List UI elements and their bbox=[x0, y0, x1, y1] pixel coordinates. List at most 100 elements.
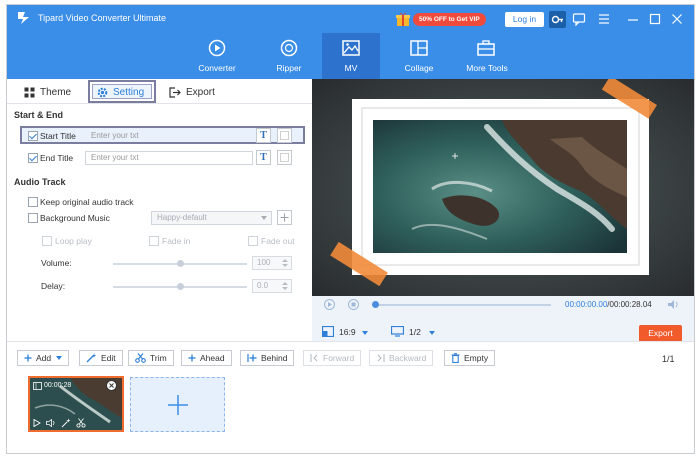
nav-more-tools[interactable]: More Tools bbox=[457, 33, 517, 79]
behind-button[interactable]: Behind bbox=[240, 350, 295, 366]
play-icon[interactable] bbox=[33, 419, 41, 427]
trash-icon bbox=[451, 353, 460, 363]
nav-mv[interactable]: MV bbox=[322, 33, 380, 79]
play-button[interactable] bbox=[324, 299, 335, 310]
chevron-down-icon[interactable] bbox=[362, 331, 368, 335]
clip-remove-button[interactable] bbox=[106, 380, 117, 391]
vip-badge: 50% OFF to Get VIP bbox=[413, 12, 486, 26]
progress-handle[interactable] bbox=[372, 301, 379, 308]
clip-thumbnail[interactable]: 00:00:28 bbox=[28, 376, 124, 432]
progress-bar[interactable] bbox=[372, 301, 551, 308]
add-button[interactable]: Add bbox=[17, 350, 70, 366]
fade-in-label: Fade in bbox=[162, 236, 191, 246]
current-time: 00:00:00.00 bbox=[565, 300, 608, 309]
start-title-label: Start Title bbox=[40, 131, 76, 141]
main-nav: Converter Ripper MV Collage More Tools bbox=[7, 33, 694, 79]
volume-slider-handle[interactable] bbox=[177, 260, 184, 267]
minimize-icon[interactable] bbox=[626, 12, 640, 26]
magic-wand-icon[interactable] bbox=[61, 418, 71, 428]
gear-icon bbox=[97, 87, 108, 97]
maximize-icon[interactable] bbox=[648, 12, 662, 26]
background-music-row: Background Music Happy-default bbox=[7, 209, 312, 229]
start-title-grid-button[interactable] bbox=[277, 128, 292, 143]
grid-icon bbox=[280, 153, 289, 162]
music-select[interactable]: Happy-default bbox=[151, 211, 272, 225]
volume-icon[interactable] bbox=[667, 299, 679, 310]
end-title-grid-button[interactable] bbox=[277, 150, 292, 165]
export-button[interactable]: Export bbox=[639, 325, 682, 342]
chevron-down-icon[interactable] bbox=[429, 331, 435, 335]
page-selector-value[interactable]: 1/2 bbox=[409, 327, 421, 337]
disc-icon bbox=[280, 39, 298, 57]
volume-slider[interactable] bbox=[113, 260, 247, 267]
loop-play-checkbox[interactable] bbox=[42, 236, 52, 246]
edit-button[interactable]: Edit bbox=[79, 350, 123, 366]
background-music-checkbox[interactable] bbox=[28, 213, 38, 223]
nav-converter[interactable]: Converter bbox=[188, 33, 246, 79]
delay-slider[interactable] bbox=[113, 283, 247, 290]
delay-stepper[interactable]: 0.0 bbox=[252, 279, 292, 293]
nav-ripper[interactable]: Ripper bbox=[260, 33, 318, 79]
loop-play-label: Loop play bbox=[55, 236, 92, 246]
stop-icon bbox=[351, 302, 356, 307]
vip-promo[interactable]: 50% OFF to Get VIP bbox=[395, 11, 486, 27]
nav-collage[interactable]: Collage bbox=[390, 33, 448, 79]
volume-value: 100 bbox=[257, 258, 271, 267]
scissors-icon bbox=[135, 353, 146, 363]
close-icon[interactable] bbox=[670, 12, 684, 26]
stepper-up-icon[interactable] bbox=[282, 259, 288, 262]
fade-out-label: Fade out bbox=[261, 236, 295, 246]
add-music-button[interactable] bbox=[277, 210, 292, 225]
volume-row: Volume: 100 bbox=[7, 254, 312, 274]
keep-original-label: Keep original audio track bbox=[40, 197, 134, 207]
stepper-down-icon[interactable] bbox=[282, 264, 288, 267]
forward-button[interactable]: Forward bbox=[303, 350, 362, 366]
close-icon bbox=[109, 383, 114, 388]
image-icon bbox=[342, 40, 360, 56]
collage-icon bbox=[410, 40, 428, 56]
plus-icon bbox=[24, 354, 32, 362]
panel-tabs: Theme Setting Export bbox=[7, 79, 312, 104]
preview-stage[interactable] bbox=[312, 79, 694, 296]
end-title-input[interactable]: Enter your txt bbox=[85, 151, 253, 165]
tab-setting[interactable]: Setting bbox=[97, 83, 144, 101]
monitor-icon bbox=[391, 326, 404, 337]
feedback-icon[interactable] bbox=[572, 12, 586, 26]
add-clip-slot[interactable] bbox=[130, 377, 225, 432]
fade-out-checkbox[interactable] bbox=[248, 236, 258, 246]
nav-label: Collage bbox=[404, 63, 434, 73]
stop-button[interactable] bbox=[348, 299, 359, 310]
toolbox-icon bbox=[477, 40, 495, 56]
tab-export[interactable]: Export bbox=[169, 83, 215, 101]
backward-button[interactable]: Backward bbox=[369, 350, 434, 366]
end-title-text-style-button[interactable]: T bbox=[256, 150, 271, 165]
key-button[interactable] bbox=[549, 11, 566, 28]
volume-icon[interactable] bbox=[46, 419, 56, 427]
aspect-ratio-value[interactable]: 16:9 bbox=[339, 327, 356, 337]
preview-panel: 00:00:00.00/00:00:28.04 16:9 1/2 Export bbox=[312, 79, 694, 342]
audio-options-row: Loop play Fade in Fade out bbox=[7, 232, 312, 252]
delay-slider-handle[interactable] bbox=[177, 283, 184, 290]
volume-stepper[interactable]: 100 bbox=[252, 256, 292, 270]
keep-original-checkbox[interactable] bbox=[28, 197, 38, 207]
start-title-input[interactable]: Enter your txt bbox=[85, 129, 253, 143]
menu-icon[interactable] bbox=[597, 12, 611, 26]
trim-button[interactable]: Trim bbox=[128, 350, 174, 366]
nav-label: Converter bbox=[198, 63, 236, 73]
forward-button-label: Forward bbox=[323, 353, 355, 363]
tab-setting-label: Setting bbox=[113, 86, 145, 98]
timeline-panel: Add Edit Trim Ahead Behind Forward Backw… bbox=[7, 341, 694, 453]
end-title-label: End Title bbox=[40, 153, 74, 163]
stepper-up-icon[interactable] bbox=[282, 282, 288, 285]
empty-button[interactable]: Empty bbox=[444, 350, 496, 366]
fade-in-checkbox[interactable] bbox=[149, 236, 159, 246]
stepper-down-icon[interactable] bbox=[282, 287, 288, 290]
end-title-checkbox[interactable] bbox=[28, 153, 38, 163]
converter-icon bbox=[208, 39, 226, 57]
start-title-text-style-button[interactable]: T bbox=[256, 128, 271, 143]
tab-theme[interactable]: Theme bbox=[24, 83, 71, 101]
ahead-button[interactable]: Ahead bbox=[181, 350, 232, 366]
start-title-checkbox[interactable] bbox=[28, 131, 38, 141]
scissors-icon[interactable] bbox=[76, 418, 86, 428]
login-button[interactable]: Log in bbox=[505, 12, 544, 27]
